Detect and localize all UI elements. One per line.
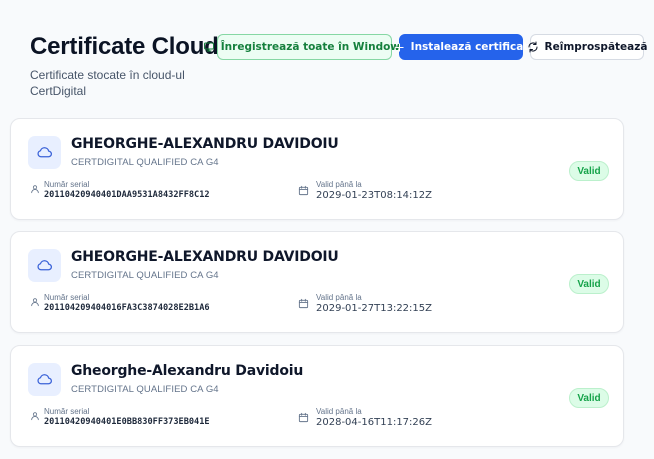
calendar-icon: [298, 412, 309, 423]
certificate-issuer: CERTDIGITAL QUALIFIED CA G4: [71, 157, 219, 168]
refresh-icon: [528, 41, 538, 53]
user-icon: [31, 185, 39, 194]
register-all-windows-label: Înregistrează toate în Windows: [220, 41, 407, 53]
serial-label: Număr serial: [44, 293, 90, 302]
calendar-icon: [298, 185, 309, 196]
certificate-owner: GHEORGHE-ALEXANDRU DAVIDOIU: [71, 136, 339, 152]
serial-number: 201104209404016FA3C3874028E2B1A6: [44, 303, 210, 313]
cloud-icon: [37, 260, 52, 271]
valid-until-label: Valid până la: [316, 407, 362, 416]
status-badge: Valid: [569, 388, 609, 408]
valid-until-label: Valid până la: [316, 180, 362, 189]
page: Certificate Cloud Certificate stocate în…: [0, 0, 654, 459]
install-certificate-label: Instalează certificat: [410, 41, 529, 53]
certificate-card[interactable]: GHEORGHE-ALEXANDRU DAVIDOIU CERTDIGITAL …: [10, 231, 624, 333]
certificate-issuer: CERTDIGITAL QUALIFIED CA G4: [71, 270, 219, 281]
certificate-icon-box: [28, 363, 61, 396]
register-all-windows-button[interactable]: Înregistrează toate în Windows: [203, 34, 406, 60]
monitor-icon: [203, 42, 214, 52]
valid-until-date: 2029-01-23T08:14:12Z: [316, 190, 432, 201]
serial-number: 20110420940401DAA9531A8432FF8C12: [44, 190, 210, 200]
page-header: Certificate Cloud Certificate stocate în…: [20, 0, 647, 112]
valid-until-date: 2028-04-16T11:17:26Z: [316, 417, 432, 428]
user-icon: [31, 412, 39, 421]
valid-until-date: 2029-01-27T13:22:15Z: [316, 303, 432, 314]
status-badge: Valid: [569, 161, 609, 181]
serial-label: Număr serial: [44, 407, 90, 416]
cloud-icon: [37, 147, 52, 158]
page-subtitle: Certificate stocate în cloud-ul CertDigi…: [30, 68, 185, 98]
page-title: Certificate Cloud: [30, 33, 219, 60]
certificate-owner: GHEORGHE-ALEXANDRU DAVIDOIU: [71, 249, 339, 265]
certificate-card[interactable]: Gheorghe-Alexandru Davidoiu CERTDIGITAL …: [10, 345, 624, 447]
refresh-button[interactable]: Reîmprospătează: [528, 34, 647, 60]
refresh-label: Reîmprospătează: [544, 41, 648, 53]
valid-until-label: Valid până la: [316, 293, 362, 302]
serial-number: 20110420940401E0BB830FF373EB041E: [44, 417, 210, 427]
certificate-issuer: CERTDIGITAL QUALIFIED CA G4: [71, 384, 219, 395]
install-certificate-button[interactable]: Instalează certificat: [395, 34, 528, 60]
user-icon: [31, 298, 39, 307]
certificate-icon-box: [28, 249, 61, 282]
certificate-icon-box: [28, 136, 61, 169]
cloud-icon: [37, 374, 52, 385]
serial-label: Număr serial: [44, 180, 90, 189]
calendar-icon: [298, 298, 309, 309]
status-badge: Valid: [569, 274, 609, 294]
certificate-owner: Gheorghe-Alexandru Davidoiu: [71, 363, 304, 379]
plus-icon: [395, 42, 404, 52]
certificate-card[interactable]: GHEORGHE-ALEXANDRU DAVIDOIU CERTDIGITAL …: [10, 118, 624, 220]
